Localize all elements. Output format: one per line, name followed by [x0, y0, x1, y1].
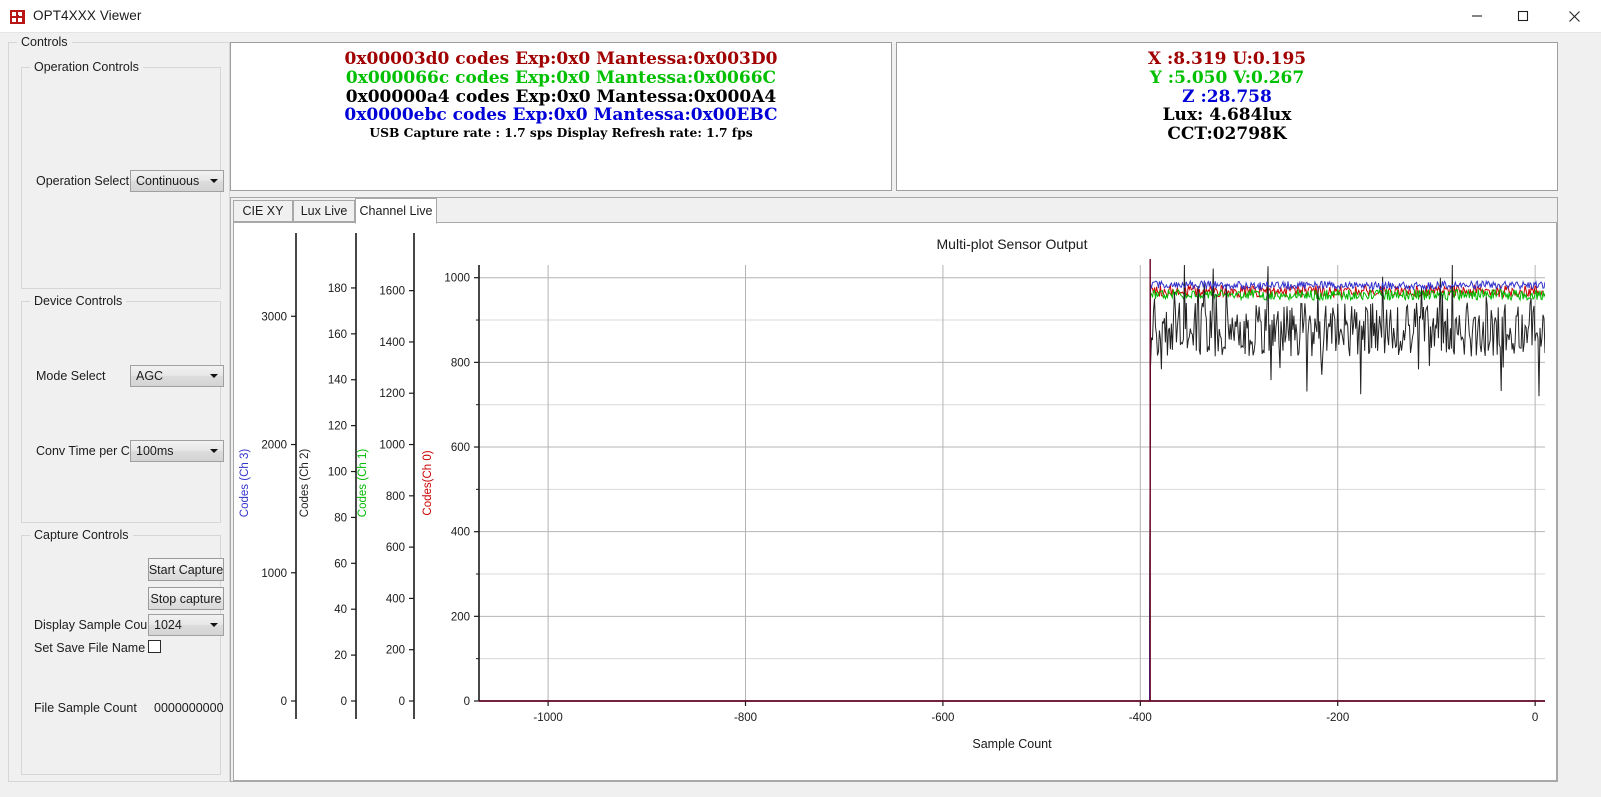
svg-text:Codes(Ch 0): Codes(Ch 0) [422, 450, 434, 515]
svg-text:400: 400 [451, 527, 470, 539]
svg-text:800: 800 [451, 357, 470, 369]
controls-group-title: Controls [17, 35, 72, 49]
svg-text:Codes (Ch 1): Codes (Ch 1) [357, 449, 369, 518]
set-save-file-name-checkbox[interactable] [148, 640, 161, 653]
minimize-icon [1471, 10, 1483, 22]
svg-text:-400: -400 [1129, 712, 1152, 724]
svg-text:1000: 1000 [444, 273, 470, 285]
svg-text:140: 140 [328, 375, 347, 387]
start-capture-button[interactable]: Start Capture [148, 558, 224, 581]
svg-text:120: 120 [328, 421, 347, 433]
file-sample-count-label: File Sample Count [34, 701, 137, 715]
svg-text:Sample Count: Sample Count [972, 737, 1052, 751]
readout-line-ch3: 0x0000ebc codes Exp:0x0 Mantessa:0x00EBC [231, 106, 891, 125]
controls-groupbox: Controls Operation Controls Operation Se… [8, 42, 230, 782]
svg-text:160: 160 [328, 329, 347, 341]
tab-lux-live[interactable]: Lux Live [293, 200, 355, 222]
svg-text:180: 180 [328, 283, 347, 295]
svg-text:Codes (Ch 2): Codes (Ch 2) [299, 449, 311, 518]
close-button[interactable] [1551, 0, 1597, 32]
svg-text:3000: 3000 [261, 311, 287, 323]
svg-text:0: 0 [399, 696, 405, 708]
mode-select-combo[interactable]: AGC [130, 365, 224, 387]
mode-select-value: AGC [131, 369, 205, 383]
svg-text:60: 60 [334, 558, 347, 570]
svg-text:1000: 1000 [379, 440, 405, 452]
mode-select-label: Mode Select [36, 369, 105, 383]
svg-text:-600: -600 [931, 712, 954, 724]
readout-line-ch2: 0x00000a4 codes Exp:0x0 Mantessa:0x000A4 [231, 88, 891, 107]
main-form: Controls Operation Controls Operation Se… [0, 33, 1601, 797]
window-title: OPT4XXX Viewer [33, 8, 141, 23]
svg-text:200: 200 [451, 611, 470, 623]
operation-group-title: Operation Controls [30, 60, 143, 74]
readout-cct-value: CCT:02798K [897, 125, 1557, 144]
device-controls-groupbox: Device Controls Mode Select AGC Conv Tim… [21, 301, 221, 523]
channel-live-tabpage: Multi-plot Sensor Output0200400600800100… [233, 222, 1557, 781]
codes-readout-panel: 0x00003d0 codes Exp:0x0 Mantessa:0x003D0… [230, 42, 892, 191]
readout-line-ch0: 0x00003d0 codes Exp:0x0 Mantessa:0x003D0 [231, 50, 891, 69]
chevron-down-icon [205, 441, 223, 461]
capture-controls-groupbox: Capture Controls Start Capture Stop capt… [21, 535, 221, 775]
operation-select-value: Continuous [131, 174, 205, 188]
conv-time-label: Conv Time per CH [36, 444, 139, 458]
operation-select-combo[interactable]: Continuous [130, 170, 224, 192]
svg-text:1200: 1200 [379, 388, 405, 400]
svg-text:400: 400 [386, 593, 405, 605]
svg-text:200: 200 [386, 645, 405, 657]
svg-text:600: 600 [451, 442, 470, 454]
svg-text:1400: 1400 [379, 337, 405, 349]
readout-lux-value: Lux: 4.684lux [897, 106, 1557, 125]
tab-channel-live[interactable]: Channel Live [355, 198, 437, 224]
set-save-file-name-label: Set Save File Name [34, 641, 145, 655]
svg-text:-1000: -1000 [533, 712, 562, 724]
svg-text:0: 0 [281, 696, 287, 708]
chevron-down-icon [205, 171, 223, 191]
operation-controls-groupbox: Operation Controls Operation Select Cont… [21, 67, 221, 289]
xyz-readout-panel: X :8.319 U:0.195 Y :5.050 V:0.267 Z :28.… [896, 42, 1558, 191]
chevron-down-icon [205, 366, 223, 386]
capture-rate-line: USB Capture rate : 1.7 sps Display Refre… [231, 125, 891, 141]
readout-x-value: X :8.319 U:0.195 [897, 50, 1557, 69]
svg-text:0: 0 [1532, 712, 1538, 724]
maximize-button[interactable] [1500, 0, 1546, 32]
svg-text:-800: -800 [734, 712, 757, 724]
readout-line-ch1: 0x000066c codes Exp:0x0 Mantessa:0x0066C [231, 69, 891, 88]
svg-text:600: 600 [386, 542, 405, 554]
app-icon [10, 9, 26, 25]
svg-text:1600: 1600 [379, 286, 405, 298]
svg-text:800: 800 [386, 491, 405, 503]
capture-group-title: Capture Controls [30, 528, 133, 542]
file-sample-count-value: 0000000000 [154, 701, 224, 715]
readout-z-value: Z :28.758 [897, 88, 1557, 107]
svg-text:40: 40 [334, 604, 347, 616]
readout-y-value: Y :5.050 V:0.267 [897, 69, 1557, 88]
chevron-down-icon [205, 615, 223, 635]
svg-text:-200: -200 [1326, 712, 1349, 724]
conv-time-value: 100ms [131, 444, 205, 458]
display-sample-count-combo[interactable]: 1024 [148, 614, 224, 636]
multi-plot-chart: Multi-plot Sensor Output0200400600800100… [234, 223, 1558, 782]
conv-time-combo[interactable]: 100ms [130, 440, 224, 462]
display-sample-count-value: 1024 [149, 618, 205, 632]
svg-text:1000: 1000 [261, 568, 287, 580]
svg-text:20: 20 [334, 650, 347, 662]
svg-text:2000: 2000 [261, 440, 287, 452]
display-sample-count-label: Display Sample Count [34, 618, 158, 632]
svg-text:Codes (Ch 3): Codes (Ch 3) [239, 449, 251, 518]
minimize-button[interactable] [1454, 0, 1500, 32]
stop-capture-button[interactable]: Stop capture [148, 587, 224, 610]
tab-control: CIE XY Lux Live Channel Live Multi-plot … [230, 197, 1558, 782]
svg-text:100: 100 [328, 467, 347, 479]
svg-text:80: 80 [334, 512, 347, 524]
svg-text:Multi-plot Sensor Output: Multi-plot Sensor Output [937, 236, 1088, 252]
maximize-icon [1517, 10, 1529, 22]
svg-text:0: 0 [341, 696, 347, 708]
device-group-title: Device Controls [30, 294, 126, 308]
operation-select-label: Operation Select [36, 174, 129, 188]
svg-text:0: 0 [464, 696, 470, 708]
close-icon [1568, 10, 1581, 23]
window-titlebar: OPT4XXX Viewer [0, 0, 1601, 33]
tab-cie-xy[interactable]: CIE XY [233, 200, 293, 222]
